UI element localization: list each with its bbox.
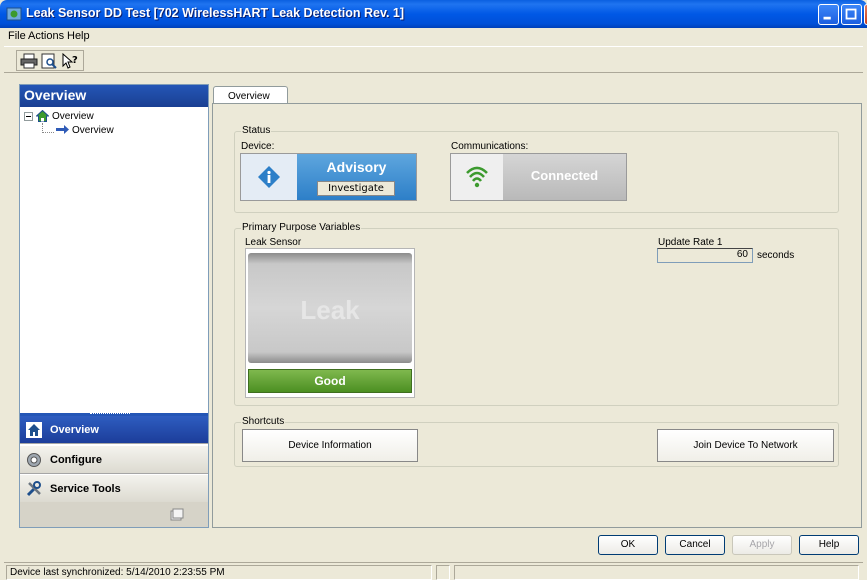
investigate-button[interactable]: Investigate <box>317 181 395 196</box>
leak-sensor-status: Good <box>248 369 412 393</box>
home-icon <box>26 422 42 438</box>
menu-file[interactable]: File <box>8 30 26 42</box>
print-icon[interactable] <box>20 53 38 69</box>
tab-overview[interactable]: Overview <box>213 86 288 104</box>
maximize-button[interactable] <box>841 4 862 25</box>
home-icon <box>36 110 49 122</box>
tools-icon <box>26 481 41 497</box>
print-preview-icon[interactable] <box>40 53 58 69</box>
tree-connector <box>42 123 54 133</box>
status-segment-2 <box>436 565 450 580</box>
ppv-group-title: Primary Purpose Variables <box>241 222 362 233</box>
cancel-button[interactable]: Cancel <box>665 535 725 555</box>
info-icon <box>258 166 280 188</box>
wireless-signal-icon <box>466 166 488 188</box>
apply-button[interactable]: Apply <box>732 535 792 555</box>
minimize-icon <box>823 16 831 20</box>
leak-sensor-gauge: Leak Good <box>245 248 415 398</box>
communications-label: Communications: <box>451 141 529 152</box>
tree-item-overview-root[interactable]: Overview <box>52 111 94 122</box>
ok-button[interactable]: OK <box>598 535 658 555</box>
join-device-to-network-button[interactable]: Join Device To Network <box>657 429 834 462</box>
shortcuts-group-title: Shortcuts <box>241 416 286 427</box>
nav-configure[interactable]: Configure <box>20 446 208 474</box>
communications-status-indicator: Connected <box>450 153 627 201</box>
communications-icon-area <box>451 154 503 200</box>
menu-help[interactable]: Help <box>67 30 90 42</box>
menu-bar: File Actions Help <box>4 28 863 45</box>
help-pointer-icon[interactable]: ? <box>61 53 79 69</box>
svg-text:?: ? <box>72 55 78 66</box>
nav-service-tools[interactable]: Service Tools <box>20 475 208 503</box>
device-status-text-area: Advisory Investigate <box>297 154 416 200</box>
maximize-icon <box>845 8 857 20</box>
minimize-button[interactable] <box>818 4 839 25</box>
app-icon <box>6 7 22 21</box>
tree-collapse-toggle[interactable] <box>24 112 33 121</box>
nav-overview[interactable]: Overview <box>20 416 208 444</box>
status-segment-3 <box>454 565 859 580</box>
update-rate-unit: seconds <box>757 250 795 261</box>
help-button[interactable]: Help <box>799 535 859 555</box>
update-rate-label: Update Rate 1 <box>658 237 723 248</box>
nav-footer <box>20 502 208 527</box>
window-title: Leak Sensor DD Test [702 WirelessHART Le… <box>26 6 405 20</box>
toolbar: ? <box>4 46 863 73</box>
status-bar: Device last synchronized: 5/14/2010 2:23… <box>4 562 863 580</box>
menu-actions[interactable]: Actions <box>28 30 64 42</box>
tree-item-overview-child[interactable]: Overview <box>72 125 114 136</box>
communications-status-text: Connected <box>530 168 599 183</box>
configure-icon <box>27 453 41 467</box>
device-status-indicator: Advisory Investigate <box>240 153 417 201</box>
device-information-button[interactable]: Device Information <box>242 429 418 462</box>
splitter-grip <box>90 413 130 415</box>
communications-text-area: Connected <box>503 154 626 200</box>
leak-sensor-display: Leak <box>248 253 412 363</box>
update-rate-field: 60 <box>657 248 753 263</box>
device-status-icon-area <box>241 154 297 200</box>
sync-status: Device last synchronized: 5/14/2010 2:23… <box>6 565 432 580</box>
status-group-title: Status <box>241 125 272 136</box>
device-label: Device: <box>241 141 275 152</box>
nav-overview-label: Overview <box>50 424 99 436</box>
panel-options-icon[interactable] <box>170 508 184 521</box>
navigation-tree: Overview Overview <box>20 107 208 412</box>
leak-sensor-label: Leak Sensor <box>245 237 304 248</box>
title-bar: Leak Sensor DD Test [702 WirelessHART Le… <box>0 0 867 28</box>
leak-sensor-value: Leak <box>300 295 360 325</box>
navigation-header: Overview <box>20 85 208 107</box>
navigation-panel: Overview Overview Overview Overview Conf… <box>19 84 209 528</box>
arrow-right-icon <box>56 125 69 134</box>
nav-configure-label: Configure <box>50 454 102 466</box>
nav-service-tools-label: Service Tools <box>50 483 121 495</box>
device-status-text: Advisory <box>326 159 387 175</box>
toolbar-group: ? <box>16 50 84 71</box>
